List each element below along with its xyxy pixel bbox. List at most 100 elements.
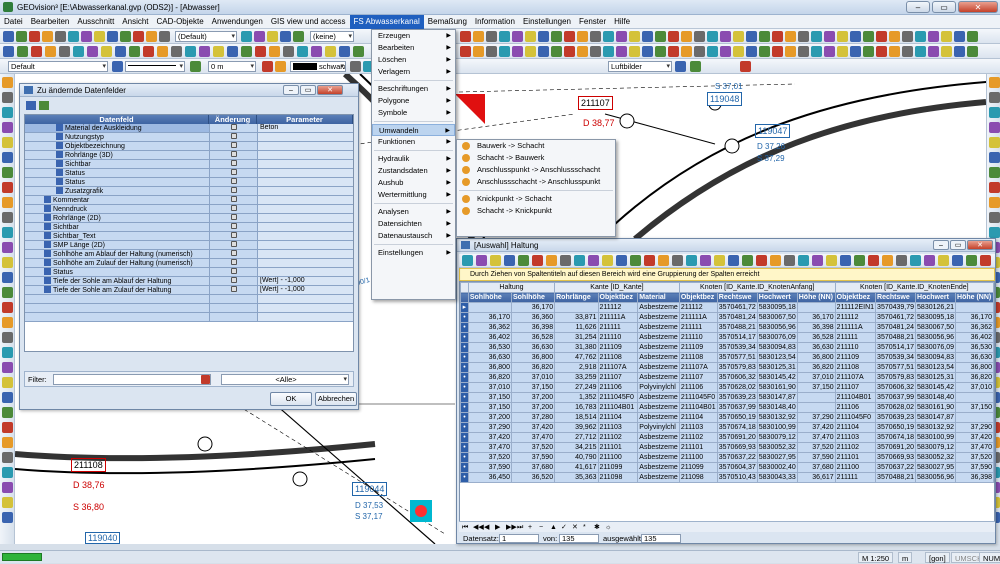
tb2-tool-37-icon[interactable] — [603, 46, 614, 57]
lefttb-tool-10-icon[interactable] — [2, 227, 13, 238]
table-cell[interactable]: 37,590 — [796, 452, 836, 463]
datenfeld-row[interactable]: Rohrlänge (2D) — [25, 214, 353, 223]
haltung-tool-32-icon[interactable] — [910, 255, 921, 266]
table-cell[interactable]: 3570637,99 — [716, 402, 758, 413]
lefttb-tool-21-icon[interactable] — [2, 392, 13, 403]
tb1-tool-43-icon[interactable] — [785, 31, 796, 42]
linetype-combo[interactable] — [125, 61, 185, 72]
table-cell[interactable]: 31,254 — [554, 332, 599, 343]
table-cell[interactable]: 36,170 — [796, 312, 836, 323]
menu-11[interactable]: Fenster — [575, 15, 610, 29]
table-row[interactable]: • 37,150 37,200 1,352 2111045F0 Asbestzeme 211… — [460, 392, 994, 403]
menu-12[interactable]: Hilfe — [610, 15, 634, 29]
table-cell[interactable]: 211108 — [834, 362, 877, 373]
lefttb-tool-0-icon[interactable] — [2, 77, 13, 88]
column-header[interactable]: Hochwert — [915, 292, 957, 303]
table-cell[interactable]: 211106 — [597, 382, 639, 393]
fs-menu-item[interactable]: Symbole ▶ — [372, 107, 455, 119]
ok-button[interactable]: OK — [270, 392, 312, 406]
table-cell[interactable]: 36,362 — [955, 322, 994, 333]
lefttb-tool-28-icon[interactable] — [2, 497, 13, 508]
table-cell[interactable]: 211104 — [678, 412, 718, 423]
haltung-maximize-button[interactable]: ▭ — [950, 240, 966, 250]
table-cell[interactable]: 211104 — [597, 412, 639, 423]
table-cell[interactable]: 37,680 — [510, 462, 556, 473]
tb2-tool-11-icon[interactable] — [157, 46, 168, 57]
haltung-tool-13-icon[interactable] — [644, 255, 655, 266]
table-row[interactable]: • 37,200 37,280 18,514 211104 Asbestzeme 21110… — [460, 412, 994, 423]
datenfeld-row[interactable]: Sichtbar — [25, 160, 353, 169]
lefttb-tool-25-icon[interactable] — [2, 452, 13, 463]
tb2-tool-49-icon[interactable] — [759, 46, 770, 57]
tb1-tool-0-icon[interactable] — [3, 31, 14, 42]
column-header[interactable]: Material — [637, 292, 680, 303]
umwandeln-item[interactable]: Anschlussschacht -> Anschlusspunkt — [457, 176, 615, 188]
table-cell[interactable]: 31,380 — [554, 342, 599, 353]
lock-icon[interactable] — [230, 124, 237, 130]
parameter-cell[interactable] — [257, 232, 353, 240]
table-cell[interactable]: 3570637,22 — [716, 452, 758, 463]
tb1-tool-25-icon[interactable] — [551, 31, 562, 42]
menu-1[interactable]: Bearbeiten — [27, 15, 74, 29]
table-cell[interactable]: 3570691,20 — [875, 442, 917, 453]
table-cell[interactable]: 3570539,34 — [875, 352, 917, 363]
lefttb-tool-26-icon[interactable] — [2, 467, 13, 478]
haltung-tool-30-icon[interactable] — [882, 255, 893, 266]
table-cell[interactable]: 5830148,40 — [756, 402, 798, 413]
table-cell[interactable]: 36,398 — [955, 472, 994, 483]
table-cell[interactable]: 36,170 — [510, 302, 556, 313]
table-cell[interactable]: 37,010 — [796, 372, 836, 383]
tb1-tool-46-icon[interactable] — [824, 31, 835, 42]
row-selector[interactable]: • — [460, 462, 469, 473]
tb2-tool-39-icon[interactable] — [629, 46, 640, 57]
table-cell[interactable]: 3570439,79 — [875, 302, 917, 313]
tb3-tool-8-icon[interactable] — [675, 61, 686, 72]
table-cell[interactable]: 36,170 — [467, 312, 512, 323]
parameter-cell[interactable] — [257, 259, 353, 267]
table-cell[interactable]: 37,420 — [955, 432, 994, 443]
tb1-tool-20-icon[interactable] — [486, 31, 497, 42]
table-cell[interactable]: 36,402 — [955, 332, 994, 343]
parameter-cell[interactable] — [257, 187, 353, 195]
table-cell[interactable]: 211102 — [597, 432, 639, 443]
haltung-tool-6-icon[interactable] — [546, 255, 557, 266]
tb2-tool-40-icon[interactable] — [642, 46, 653, 57]
table-cell[interactable]: Asbestzeme — [637, 392, 680, 403]
table-cell[interactable]: 5830076,09 — [915, 342, 957, 353]
table-cell[interactable]: 3570577,51 — [875, 362, 917, 373]
table-cell[interactable]: 3570514,17 — [716, 332, 758, 343]
tb1-tool-23-icon[interactable] — [525, 31, 536, 42]
row-selector[interactable]: • — [460, 332, 469, 343]
nav-button-7[interactable]: − — [539, 522, 543, 533]
tb1-tool-57-icon[interactable] — [967, 31, 978, 42]
table-cell[interactable]: 3570637,22 — [875, 462, 917, 473]
lock-icon[interactable] — [230, 187, 237, 193]
table-cell[interactable]: 36,450 — [467, 472, 512, 483]
table-cell[interactable]: 37,420 — [467, 432, 512, 443]
table-cell[interactable]: 211101 — [597, 442, 639, 453]
table-cell[interactable]: 37,150 — [955, 402, 994, 413]
haltung-tool-2-icon[interactable] — [490, 255, 501, 266]
table-cell[interactable]: 33,259 — [554, 372, 599, 383]
row-selector[interactable]: • — [460, 312, 469, 323]
tb2-tool-26-icon[interactable] — [460, 46, 471, 57]
row-selector[interactable]: • — [460, 402, 469, 413]
row-selector[interactable]: ▸ — [460, 302, 469, 313]
dialog-close-button[interactable]: ✕ — [317, 85, 343, 95]
tb1-tool-5-icon[interactable] — [68, 31, 79, 42]
lock-icon[interactable] — [230, 232, 237, 238]
table-cell[interactable]: 5830132,92 — [756, 412, 798, 423]
table-cell[interactable]: 35,363 — [554, 472, 599, 483]
datenfeld-row[interactable]: Nenndruck — [25, 205, 353, 214]
minimize-button[interactable]: – — [906, 1, 930, 13]
column-header[interactable]: Höhe (NN) — [955, 292, 994, 303]
table-cell[interactable]: 211103 — [597, 422, 639, 433]
column-header[interactable]: Rohrlänge — [554, 292, 599, 303]
table-row[interactable]: • 36,530 36,630 31,380 211109 Asbestzeme 21110… — [460, 342, 994, 353]
table-cell[interactable]: 3570674,18 — [875, 432, 917, 443]
tb2-tool-35-icon[interactable] — [577, 46, 588, 57]
table-cell[interactable]: Asbestzeme — [637, 412, 680, 423]
table-cell[interactable]: 3570604,37 — [716, 462, 758, 473]
lock-icon[interactable] — [230, 178, 237, 184]
tb3-tool-3-icon[interactable] — [275, 61, 286, 72]
